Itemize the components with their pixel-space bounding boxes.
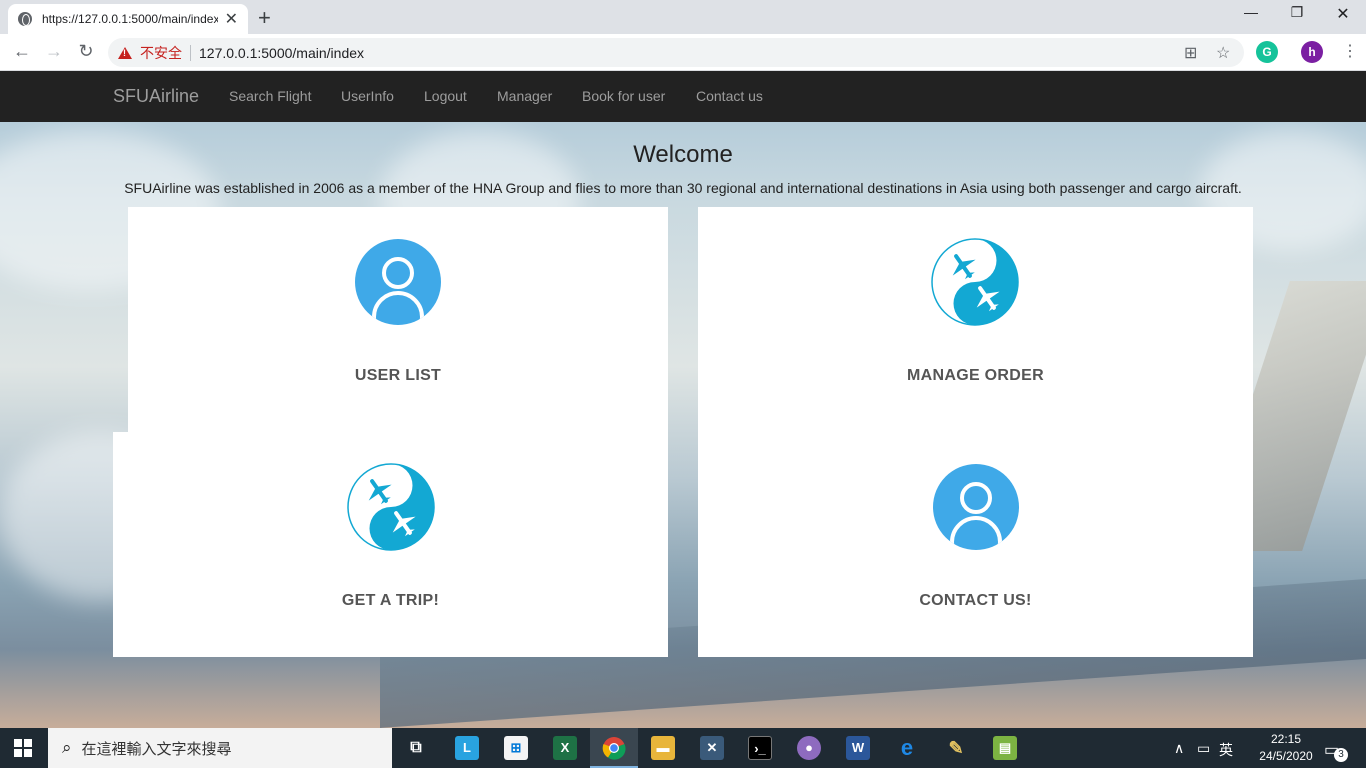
close-window-button[interactable]: ✕ <box>1320 4 1366 24</box>
back-button[interactable]: ← <box>10 41 34 62</box>
vscode-icon[interactable]: ✕ <box>700 736 724 760</box>
manage-order-card[interactable]: MANAGE ORDER <box>698 207 1253 432</box>
translate-icon[interactable]: ⊞ <box>1184 43 1197 63</box>
profile-avatar[interactable]: h <box>1301 41 1323 63</box>
user-list-card[interactable]: USER LIST <box>128 207 668 432</box>
clock-time: 22:15 <box>1270 732 1302 746</box>
grammarly-icon[interactable]: G <box>1256 41 1278 63</box>
url-text[interactable]: 127.0.0.1:5000/main/index <box>199 45 364 61</box>
edge-icon[interactable]: e <box>895 736 919 760</box>
card-label: MANAGE ORDER <box>907 367 1044 384</box>
forward-button[interactable]: → <box>42 41 66 62</box>
tray-expand-icon[interactable]: ∧ <box>1174 740 1184 757</box>
user-icon <box>355 239 441 325</box>
nav-userinfo[interactable]: UserInfo <box>341 88 394 104</box>
new-tab-button[interactable]: + <box>258 5 271 31</box>
taskbar-search-box[interactable]: ⌕ 在這裡輸入文字來搜尋 <box>48 728 392 768</box>
warning-icon <box>118 46 132 59</box>
page-content: SFUAirline Search Flight UserInfo Logout… <box>0 71 1366 728</box>
notification-count-badge: 3 <box>1334 748 1348 762</box>
windows-taskbar: ⌕ 在這裡輸入文字來搜尋 ⧉ L ⊞ X ▬ ✕ ›_ ● W e ✎ ▤ ∧ … <box>0 728 1366 768</box>
chart-app-icon[interactable]: ▤ <box>993 736 1017 760</box>
terminal-icon[interactable]: ›_ <box>748 736 772 760</box>
airplane-icon <box>931 238 1019 326</box>
task-view-icon[interactable]: ⧉ <box>404 736 428 760</box>
site-navbar: SFUAirline Search Flight UserInfo Logout… <box>0 71 1366 122</box>
search-placeholder: 在這裡輸入文字來搜尋 <box>81 740 232 758</box>
page-title: Welcome <box>633 141 733 168</box>
user-icon <box>933 464 1019 550</box>
nav-contact-us[interactable]: Contact us <box>696 88 763 104</box>
insecure-label[interactable]: 不安全 <box>140 43 182 63</box>
intro-text: SFUAirline was established in 2006 as a … <box>124 180 1242 196</box>
restore-button[interactable]: ❐ <box>1274 4 1320 21</box>
brand-link[interactable]: SFUAirline <box>113 86 199 107</box>
browser-tab[interactable]: https://127.0.0.1:5000/main/index ✕ <box>8 4 248 34</box>
chrome-icon[interactable] <box>602 736 626 760</box>
card-label: GET A TRIP! <box>341 592 440 609</box>
browser-toolbar: ← → ↻ 不安全 127.0.0.1:5000/main/index ⊞ ☆ … <box>0 34 1366 71</box>
windows-start-button[interactable] <box>14 739 32 757</box>
nav-logout[interactable]: Logout <box>424 88 467 104</box>
nav-search-flight[interactable]: Search Flight <box>229 88 311 104</box>
github-icon[interactable]: ● <box>797 736 821 760</box>
battery-icon[interactable]: ▭ <box>1197 740 1210 757</box>
globe-icon <box>18 12 32 26</box>
store-icon[interactable]: ⊞ <box>504 736 528 760</box>
paint-icon[interactable]: ✎ <box>944 736 968 760</box>
system-clock[interactable]: 22:15 24/5/2020 <box>1256 731 1316 765</box>
file-explorer-icon[interactable]: ▬ <box>651 736 675 760</box>
minimize-button[interactable]: — <box>1228 4 1274 20</box>
app-l-icon[interactable]: L <box>455 736 479 760</box>
contact-us-card[interactable]: CONTACT US! <box>698 432 1253 657</box>
card-label: CONTACT US! <box>919 592 1032 609</box>
clock-date: 24/5/2020 <box>1259 749 1313 763</box>
excel-icon[interactable]: X <box>553 736 577 760</box>
browser-tab-strip: https://127.0.0.1:5000/main/index ✕ + — … <box>0 0 1366 34</box>
card-label: USER LIST <box>354 367 442 384</box>
ime-indicator[interactable]: 英 <box>1219 740 1233 760</box>
menu-icon[interactable]: ⋮ <box>1338 41 1362 61</box>
address-bar[interactable]: 不安全 127.0.0.1:5000/main/index ⊞ ☆ <box>108 38 1244 67</box>
close-tab-icon[interactable]: ✕ <box>225 9 238 29</box>
tab-title: https://127.0.0.1:5000/main/index <box>42 12 218 26</box>
airplane-icon <box>347 463 435 551</box>
get-a-trip-card[interactable]: GET A TRIP! <box>113 432 668 657</box>
nav-manager[interactable]: Manager <box>497 88 552 104</box>
nav-book-for-user[interactable]: Book for user <box>582 88 665 104</box>
search-icon: ⌕ <box>62 738 72 757</box>
bookmark-star-icon[interactable]: ☆ <box>1216 43 1230 63</box>
reload-button[interactable]: ↻ <box>74 41 98 62</box>
divider <box>190 44 191 61</box>
word-icon[interactable]: W <box>846 736 870 760</box>
